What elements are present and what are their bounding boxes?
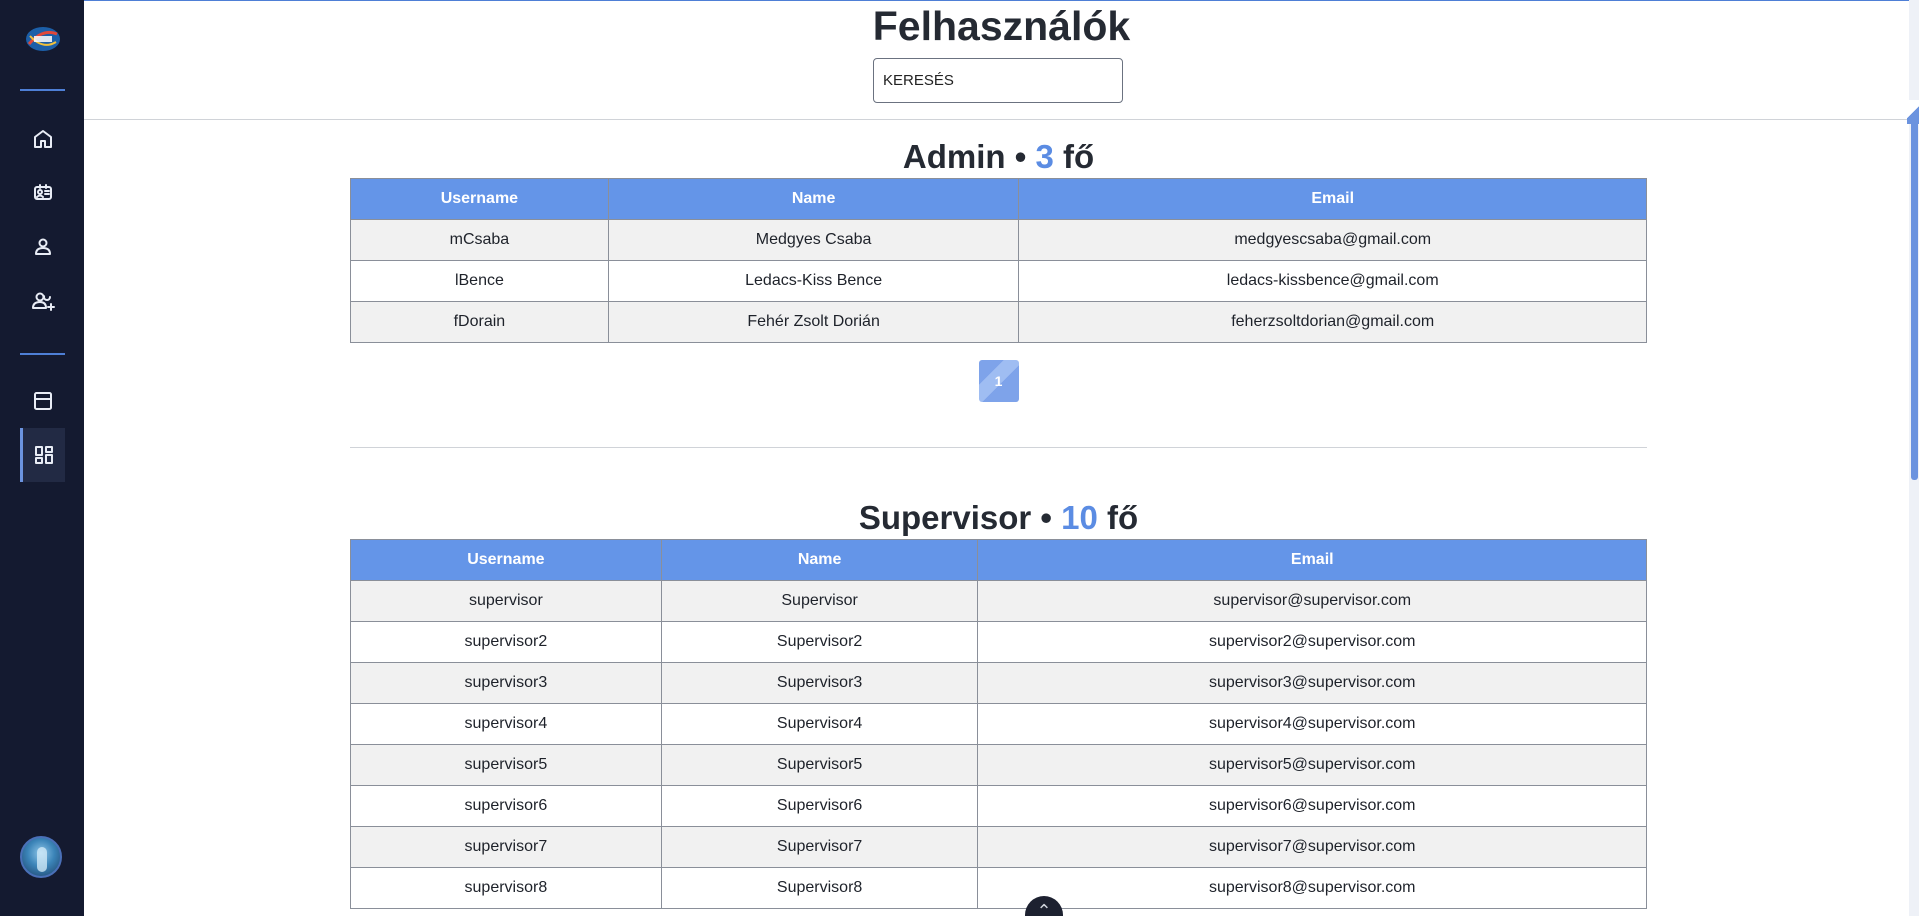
chevron-up-icon: ⌃ (1036, 901, 1052, 916)
home-icon (33, 130, 52, 148)
count-unit: fő (1097, 499, 1139, 536)
cell-email: supervisor2@supervisor.com (977, 621, 1647, 663)
table-row[interactable]: supervisor6 Supervisor6 supervisor6@supe… (350, 785, 1647, 827)
sidebar (0, 0, 84, 916)
cell-name: Supervisor3 (660, 662, 979, 704)
table-row[interactable]: supervisor Supervisor supervisor@supervi… (350, 580, 1647, 622)
cell-email: medgyescsaba@gmail.com (1018, 219, 1647, 261)
sidebar-item-id-card[interactable] (20, 166, 65, 220)
page-title: Felhasználók (872, 3, 1131, 49)
cell-name: Supervisor (660, 580, 979, 622)
cell-email: supervisor@supervisor.com (977, 580, 1647, 622)
sidebar-item-dashboard[interactable] (20, 428, 65, 482)
cell-username: mCsaba (350, 219, 609, 261)
sidebar-divider (20, 89, 65, 91)
cell-name: Supervisor6 (660, 785, 979, 827)
count-unit: fő (1053, 138, 1095, 175)
group-name: Supervisor (858, 499, 1032, 536)
supervisor-section: Supervisor • 10 fő Username Name Email s… (350, 497, 1647, 909)
cell-name: Supervisor5 (660, 744, 979, 786)
user-add-icon (31, 292, 55, 311)
table-row[interactable]: supervisor2 Supervisor2 supervisor2@supe… (350, 621, 1647, 663)
section-divider (350, 447, 1647, 448)
cell-username: supervisor7 (350, 826, 662, 868)
group-count: 10 (1061, 499, 1098, 536)
cell-username: supervisor2 (350, 621, 662, 663)
page-button[interactable]: 1 (978, 360, 1019, 402)
avatar[interactable] (20, 836, 62, 878)
cell-username: supervisor4 (350, 703, 662, 745)
table-header-row: Username Name Email (350, 178, 1647, 220)
sidebar-item-calendar[interactable] (20, 374, 65, 428)
page-header: Felhasználók (84, 0, 1919, 120)
cell-email: supervisor5@supervisor.com (977, 744, 1647, 786)
column-header-username[interactable]: Username (350, 539, 662, 581)
table-row[interactable]: supervisor7 Supervisor7 supervisor7@supe… (350, 826, 1647, 868)
cell-username: supervisor (350, 580, 662, 622)
sidebar-item-add-user[interactable] (20, 274, 65, 328)
main-content: Admin • 3 fő Username Name Email mCsaba … (84, 120, 1919, 916)
group-name: Admin (902, 138, 1006, 175)
column-header-email[interactable]: Email (977, 539, 1647, 581)
cell-email: supervisor6@supervisor.com (977, 785, 1647, 827)
table-row[interactable]: supervisor5 Supervisor5 supervisor5@supe… (350, 744, 1647, 786)
admin-section: Admin • 3 fő Username Name Email mCsaba … (350, 136, 1647, 402)
cell-email: supervisor7@supervisor.com (977, 826, 1647, 868)
cell-username: supervisor6 (350, 785, 662, 827)
column-header-name[interactable]: Name (607, 178, 1020, 220)
user-icon (34, 238, 51, 255)
table-row[interactable]: mCsaba Medgyes Csaba medgyescsaba@gmail.… (350, 219, 1647, 261)
column-header-username[interactable]: Username (350, 178, 609, 220)
admin-table: Username Name Email mCsaba Medgyes Csaba… (350, 178, 1647, 343)
cell-username: lBence (350, 260, 609, 302)
cell-name: Supervisor2 (660, 621, 979, 663)
section-title: Supervisor • 10 fő (350, 497, 1647, 539)
cell-name: Medgyes Csaba (607, 219, 1020, 261)
table-row[interactable]: fDorain Fehér Zsolt Dorián feherzsoltdor… (350, 301, 1647, 343)
cell-username: supervisor8 (350, 867, 662, 909)
table-header-row: Username Name Email (350, 539, 1647, 581)
cell-username: supervisor3 (350, 662, 662, 704)
sidebar-item-home[interactable] (20, 112, 65, 166)
cell-email: supervisor3@supervisor.com (977, 662, 1647, 704)
sports-logo-icon[interactable] (24, 24, 62, 54)
title-separator: • (1031, 499, 1062, 536)
dashboard-icon (35, 446, 53, 464)
table-row[interactable]: supervisor3 Supervisor3 supervisor3@supe… (350, 662, 1647, 704)
cell-email: supervisor8@supervisor.com (977, 867, 1647, 909)
cell-name: Supervisor8 (660, 867, 979, 909)
section-title: Admin • 3 fő (350, 136, 1647, 178)
group-count: 3 (1035, 138, 1054, 175)
cell-username: supervisor5 (350, 744, 662, 786)
id-card-icon (33, 184, 52, 200)
cell-name: Ledacs-Kiss Bence (607, 260, 1020, 302)
cell-username: fDorain (350, 301, 609, 343)
scrollbar-thumb[interactable] (1911, 120, 1918, 480)
cell-email: ledacs-kissbence@gmail.com (1018, 260, 1647, 302)
supervisor-table: Username Name Email supervisor Superviso… (350, 539, 1647, 909)
column-header-name[interactable]: Name (660, 539, 979, 581)
cell-email: feherzsoltdorian@gmail.com (1018, 301, 1647, 343)
table-row[interactable]: supervisor4 Supervisor4 supervisor4@supe… (350, 703, 1647, 745)
cell-email: supervisor4@supervisor.com (977, 703, 1647, 745)
table-row[interactable]: lBence Ledacs-Kiss Bence ledacs-kissbenc… (350, 260, 1647, 302)
column-header-email[interactable]: Email (1018, 178, 1647, 220)
title-separator: • (1005, 138, 1036, 175)
cell-name: Supervisor4 (660, 703, 979, 745)
pagination: 1 (350, 360, 1647, 402)
calendar-icon (33, 392, 52, 410)
search-input[interactable] (873, 58, 1123, 103)
sidebar-item-user[interactable] (20, 220, 65, 274)
cell-name: Fehér Zsolt Dorián (607, 301, 1020, 343)
sidebar-divider (20, 353, 65, 355)
table-row[interactable]: supervisor8 Supervisor8 supervisor8@supe… (350, 867, 1647, 909)
cell-name: Supervisor7 (660, 826, 979, 868)
